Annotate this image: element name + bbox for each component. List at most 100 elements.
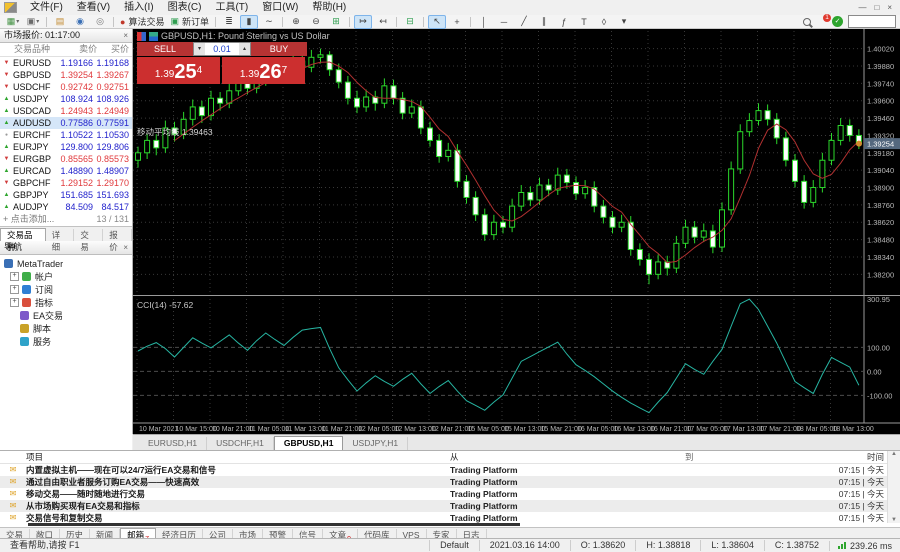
menu-tools[interactable]: 工具(T) — [208, 0, 255, 15]
menu-view[interactable]: 查看(V) — [70, 0, 117, 15]
crosshair-button[interactable]: + — [448, 15, 466, 29]
market-row-EURCHF[interactable]: ●EURCHF1.105221.10530 — [0, 129, 132, 141]
signals-button[interactable]: ◎ — [91, 15, 109, 29]
market-row-EURJPY[interactable]: ▲EURJPY129.800129.806 — [0, 141, 132, 153]
cursor-button[interactable]: ↖ — [428, 15, 446, 29]
navigator-root[interactable]: MetaTrader — [0, 257, 132, 270]
market-watch-tab-1[interactable]: 交易品种 — [0, 228, 46, 241]
col-bid[interactable]: 卖价 — [62, 43, 97, 56]
menu-charts[interactable]: 图表(C) — [161, 0, 209, 15]
close-button[interactable]: × — [887, 0, 892, 15]
search-icon[interactable] — [803, 18, 811, 26]
chart-tab-USDCHFH1[interactable]: USDCHF,H1 — [207, 437, 274, 450]
market-row-GBPUSD[interactable]: ▼GBPUSD1.392541.39267 — [0, 69, 132, 81]
text-label-button[interactable]: T — [575, 15, 593, 29]
indicators-button[interactable]: ⊟ — [401, 15, 419, 29]
menu-help[interactable]: 帮助(H) — [305, 0, 353, 15]
volume-increase-button[interactable]: ▴ — [239, 43, 250, 55]
data-window-toggle-button[interactable]: ◉ — [71, 15, 89, 29]
chart-tab-EURUSDH1[interactable]: EURUSD,H1 — [139, 437, 207, 450]
col-to[interactable]: 到 — [685, 451, 755, 463]
buy-button[interactable]: BUY — [251, 42, 307, 56]
search-input[interactable] — [848, 15, 896, 28]
navigator-item-3[interactable]: +指标 — [0, 296, 132, 309]
market-watch-tab-3[interactable]: 交易 — [74, 229, 103, 241]
chart-shift-button[interactable]: ↤ — [374, 15, 392, 29]
market-watch-toggle-button[interactable]: ▤ — [51, 15, 69, 29]
chart-mode-icon[interactable] — [149, 32, 158, 41]
market-row-USDCHF[interactable]: ▼USDCHF0.927420.92751 — [0, 81, 132, 93]
chart-tab-USDJPYH1[interactable]: USDJPY,H1 — [343, 437, 408, 450]
mail-row-1[interactable]: ✉内置虚拟主机——现在可以24/7运行EA交易和信号Trading Platfo… — [0, 464, 900, 476]
navigator-item-2[interactable]: +订阅 — [0, 283, 132, 296]
zoom-out-button[interactable]: ⊖ — [307, 15, 325, 29]
menu-file[interactable]: 文件(F) — [23, 0, 70, 15]
sell-price-button[interactable]: 1.39254 — [137, 57, 220, 84]
new-chart-button[interactable]: ▦▾ — [4, 15, 22, 29]
menu-window[interactable]: 窗口(W) — [255, 0, 305, 15]
notifications-icon[interactable]: 1 — [816, 17, 827, 27]
mail-row-2[interactable]: ✉通过自由职业者服务订购EA交易——快速高效Trading Platform07… — [0, 476, 900, 488]
new-order-button[interactable]: ▣新订单 — [168, 15, 211, 29]
algo-trading-button[interactable]: ●算法交易 — [118, 15, 166, 29]
market-row-AUDJPY[interactable]: ▲AUDJPY84.50984.517 — [0, 201, 132, 213]
market-row-AUDUSD[interactable]: ▲AUDUSD0.775860.77591 — [0, 117, 132, 129]
arrows-button[interactable]: ◊ — [595, 15, 613, 29]
market-row-EURCAD[interactable]: ▲EURCAD1.488901.48907 — [0, 165, 132, 177]
col-time[interactable]: 时间 — [755, 451, 900, 463]
chart-tab-GBPUSDH1[interactable]: GBPUSD,H1 — [274, 436, 344, 450]
connection-status[interactable]: 239.26 ms — [829, 541, 900, 551]
mail-row-3[interactable]: ✉移动交易——随时随地进行交易Trading Platform07:15 | 今… — [0, 488, 900, 500]
market-row-USDJPY[interactable]: ▲USDJPY108.924108.926 — [0, 93, 132, 105]
trendline-button[interactable]: ╱ — [515, 15, 533, 29]
community-icon[interactable]: ✓ — [832, 16, 843, 27]
volume-value[interactable]: 0.01 — [205, 44, 239, 54]
market-row-GBPJPY[interactable]: ▲GBPJPY151.685151.693 — [0, 189, 132, 201]
market-row-EURGBP[interactable]: ▼EURGBP0.855650.85573 — [0, 153, 132, 165]
expand-icon[interactable]: + — [10, 272, 19, 281]
minimize-button[interactable]: — — [858, 0, 866, 15]
expand-icon[interactable]: + — [10, 298, 19, 307]
market-watch-tab-4[interactable]: 报价 — [103, 229, 132, 241]
horizontal-line-button[interactable]: ─ — [495, 15, 513, 29]
navigator-item-1[interactable]: +帐户 — [0, 270, 132, 283]
sell-button[interactable]: SELL — [137, 42, 193, 56]
tile-windows-button[interactable]: ⊞ — [327, 15, 345, 29]
price-chart[interactable]: 10 Mar 202110 Mar 15:0010 Mar 21:0011 Ma… — [133, 29, 900, 434]
market-watch-tab-2[interactable]: 详细 — [46, 229, 75, 241]
close-icon[interactable]: × — [123, 29, 128, 42]
volume-decrease-button[interactable]: ▾ — [194, 43, 205, 55]
auto-scroll-button[interactable]: ↦ — [354, 15, 372, 29]
restore-button[interactable]: □ — [874, 0, 879, 15]
col-from[interactable]: 从 — [450, 451, 685, 463]
fibonacci-button[interactable]: ƒ — [555, 15, 573, 29]
add-symbol-row[interactable]: + 点击添加... 13 / 131 — [0, 213, 132, 226]
mail-row-4[interactable]: ✉从市场购买现有EA交易和指标Trading Platform07:15 | 今… — [0, 500, 900, 512]
market-row-USDCAD[interactable]: ▲USDCAD1.249431.24949 — [0, 105, 132, 117]
navigator-item-4[interactable]: EA交易 — [0, 309, 132, 322]
col-item[interactable]: 项目 — [26, 451, 450, 463]
vertical-scrollbar[interactable]: ▲▼ — [887, 451, 900, 523]
close-icon[interactable]: × — [123, 241, 128, 254]
mail-from: Trading Platform — [450, 488, 685, 500]
open-profile-button[interactable]: ▣▾ — [24, 15, 42, 29]
line-chart-button[interactable]: ∼ — [260, 15, 278, 29]
market-row-EURUSD[interactable]: ▼EURUSD1.191661.19168 — [0, 57, 132, 69]
navigator-item-6[interactable]: 服务 — [0, 335, 132, 348]
one-click-icon[interactable] — [137, 32, 146, 41]
expand-icon[interactable]: + — [10, 285, 19, 294]
market-row-GBPCHF[interactable]: ▼GBPCHF1.291521.29170 — [0, 177, 132, 189]
status-profile[interactable]: Default — [429, 540, 479, 551]
col-symbol[interactable]: 交易品种 — [0, 43, 62, 56]
candle-chart-button[interactable]: ▮ — [240, 15, 258, 29]
menu-insert[interactable]: 插入(I) — [117, 0, 160, 15]
horizontal-scrollbar[interactable] — [28, 523, 520, 526]
col-ask[interactable]: 买价 — [97, 43, 132, 56]
bar-chart-button[interactable]: ≣ — [220, 15, 238, 29]
zoom-in-button[interactable]: ⊕ — [287, 15, 305, 29]
vertical-line-button[interactable]: │ — [475, 15, 493, 29]
navigator-item-5[interactable]: 脚本 — [0, 322, 132, 335]
equidistant-channel-button[interactable]: ∥ — [535, 15, 553, 29]
buy-price-button[interactable]: 1.39267 — [222, 57, 305, 84]
objects-dropdown-button[interactable]: ▾ — [615, 15, 633, 29]
